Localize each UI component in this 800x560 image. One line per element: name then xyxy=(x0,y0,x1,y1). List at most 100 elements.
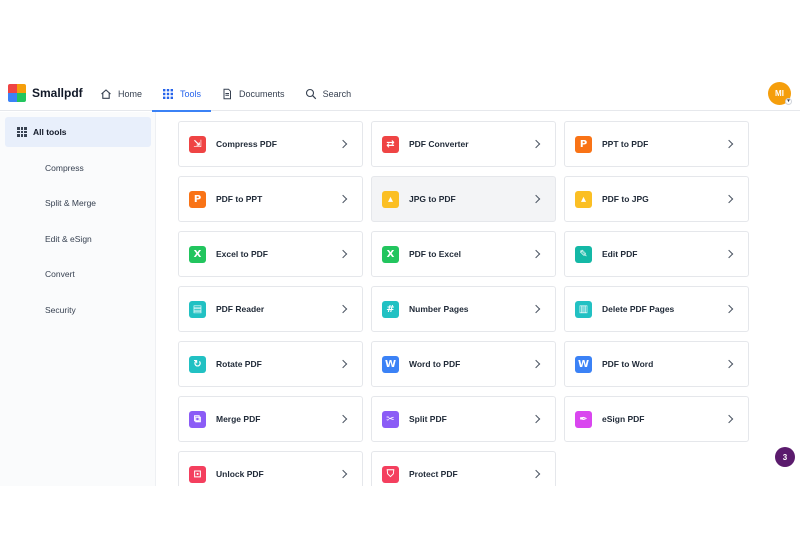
compress-icon: ⇲ xyxy=(189,135,206,153)
sidebar-item-label: Edit & eSign xyxy=(45,234,92,244)
nav-search[interactable]: Search xyxy=(295,76,362,111)
chevron-right-icon xyxy=(724,139,734,149)
ppt-icon: P xyxy=(575,135,592,153)
tool-card-label: PDF to PPT xyxy=(216,194,263,204)
tool-card-pdf-converter[interactable]: ⇄ PDF Converter xyxy=(371,121,556,167)
tool-card-number-pages[interactable]: # Number Pages xyxy=(371,286,556,332)
esign-icon: ✒ xyxy=(575,410,592,428)
tool-card-label: PDF to JPG xyxy=(602,194,649,204)
tool-card-merge-pdf[interactable]: ⧉ Merge PDF xyxy=(178,396,363,442)
chevron-right-icon xyxy=(724,249,734,259)
tool-card-pdf-to-ppt[interactable]: P PDF to PPT xyxy=(178,176,363,222)
sidebar-item-compress[interactable]: Compress xyxy=(5,153,151,183)
document-icon xyxy=(223,88,232,99)
tool-card-label: Number Pages xyxy=(409,304,469,314)
tool-card-label: PDF to Excel xyxy=(409,249,461,259)
tool-card-edit-pdf[interactable]: ✎ Edit PDF xyxy=(564,231,749,277)
tool-card-pdf-reader[interactable]: ▤ PDF Reader xyxy=(178,286,363,332)
delete-pages-icon: ▥ xyxy=(575,300,592,318)
tool-card-pdf-to-jpg[interactable]: ▴ PDF to JPG xyxy=(564,176,749,222)
unlock-icon: ⊡ xyxy=(189,465,206,483)
sidebar-item-label: Convert xyxy=(45,269,75,279)
sidebar-item-convert[interactable]: Convert xyxy=(5,259,151,289)
chevron-right-icon xyxy=(531,194,541,204)
sidebar-item-security[interactable]: Security xyxy=(5,295,151,325)
chevron-right-icon xyxy=(338,359,348,369)
chevron-right-icon xyxy=(724,414,734,424)
tool-card-label: Split PDF xyxy=(409,414,447,424)
chevron-down-icon: ▾ xyxy=(785,98,792,105)
nav-search-label: Search xyxy=(322,88,352,99)
chevron-right-icon xyxy=(724,304,734,314)
tool-card-label: eSign PDF xyxy=(602,414,645,424)
nav-documents-label: Documents xyxy=(239,88,285,99)
tool-card-label: Word to PDF xyxy=(409,359,461,369)
grid-icon xyxy=(163,88,174,99)
rotate-icon: ↻ xyxy=(189,355,206,373)
chevron-right-icon xyxy=(338,139,348,149)
sidebar-item-label: Security xyxy=(45,305,76,315)
nav-documents[interactable]: Documents xyxy=(211,76,295,111)
tool-card-label: Rotate PDF xyxy=(216,359,262,369)
nav-home[interactable]: Home xyxy=(90,76,152,111)
tool-card-label: Protect PDF xyxy=(409,469,458,479)
tool-grid: ⇲ Compress PDF ⇄ PDF Converter P PPT to PDF P P… xyxy=(178,112,778,486)
tool-card-label: PPT to PDF xyxy=(602,139,649,149)
grid-icon xyxy=(17,127,27,137)
tool-card-label: Delete PDF Pages xyxy=(602,304,675,314)
tool-card-rotate-pdf[interactable]: ↻ Rotate PDF xyxy=(178,341,363,387)
brand-name: Smallpdf xyxy=(32,86,83,100)
sidebar: All tools Compress Split & Merge Edit & … xyxy=(0,112,156,486)
tool-card-label: Unlock PDF xyxy=(216,469,264,479)
tool-card-label: PDF to Word xyxy=(602,359,654,369)
user-avatar[interactable]: MI ▾ xyxy=(768,82,792,105)
tool-card-label: JPG to PDF xyxy=(409,194,456,204)
chevron-right-icon xyxy=(531,359,541,369)
tool-card-label: Compress PDF xyxy=(216,139,277,149)
word-icon: W xyxy=(382,355,399,373)
tool-card-compress-pdf[interactable]: ⇲ Compress PDF xyxy=(178,121,363,167)
chevron-right-icon xyxy=(724,359,734,369)
tool-card-word-to-pdf[interactable]: W Word to PDF xyxy=(371,341,556,387)
tool-card-unlock-pdf[interactable]: ⊡ Unlock PDF xyxy=(178,451,363,486)
chevron-right-icon xyxy=(531,469,541,479)
main-nav: Home Tools Documents Search xyxy=(90,76,362,112)
chevron-right-icon xyxy=(338,414,348,424)
brand-logo[interactable]: Smallpdf xyxy=(8,84,83,102)
edit-icon: ✎ xyxy=(575,245,592,263)
chevron-right-icon xyxy=(531,249,541,259)
home-icon xyxy=(101,88,111,99)
tool-card-label: PDF Converter xyxy=(409,139,469,149)
chevron-right-icon xyxy=(338,194,348,204)
chevron-right-icon xyxy=(531,304,541,314)
converter-icon: ⇄ xyxy=(382,135,399,153)
protect-icon: ⛉ xyxy=(382,465,399,483)
nav-tools[interactable]: Tools xyxy=(152,76,212,112)
excel-icon: X xyxy=(189,245,206,263)
sidebar-item-all-tools[interactable]: All tools xyxy=(5,117,151,147)
tool-card-delete-pdf-pages[interactable]: ▥ Delete PDF Pages xyxy=(564,286,749,332)
tool-card-split-pdf[interactable]: ✂ Split PDF xyxy=(371,396,556,442)
image-icon: ▴ xyxy=(382,190,399,208)
tool-card-label: Merge PDF xyxy=(216,414,261,424)
notification-badge[interactable]: 3 xyxy=(775,447,795,467)
tool-card-excel-to-pdf[interactable]: X Excel to PDF xyxy=(178,231,363,277)
tool-card-esign-pdf[interactable]: ✒ eSign PDF xyxy=(564,396,749,442)
sidebar-item-edit-esign[interactable]: Edit & eSign xyxy=(5,224,151,254)
chevron-right-icon xyxy=(531,139,541,149)
chevron-right-icon xyxy=(724,194,734,204)
sidebar-item-split-merge[interactable]: Split & Merge xyxy=(5,188,151,218)
tool-card-label: Edit PDF xyxy=(602,249,638,259)
chevron-right-icon xyxy=(338,249,348,259)
tool-card-pdf-to-word[interactable]: W PDF to Word xyxy=(564,341,749,387)
chevron-right-icon xyxy=(338,469,348,479)
tool-card-protect-pdf[interactable]: ⛉ Protect PDF xyxy=(371,451,556,486)
number-pages-icon: # xyxy=(382,300,399,318)
chevron-right-icon xyxy=(531,414,541,424)
tool-card-pdf-to-excel[interactable]: X PDF to Excel xyxy=(371,231,556,277)
tool-card-label: PDF Reader xyxy=(216,304,265,314)
tool-card-ppt-to-pdf[interactable]: P PPT to PDF xyxy=(564,121,749,167)
nav-tools-label: Tools xyxy=(180,88,202,99)
search-icon xyxy=(305,88,316,99)
tool-card-jpg-to-pdf[interactable]: ▴ JPG to PDF xyxy=(371,176,556,222)
